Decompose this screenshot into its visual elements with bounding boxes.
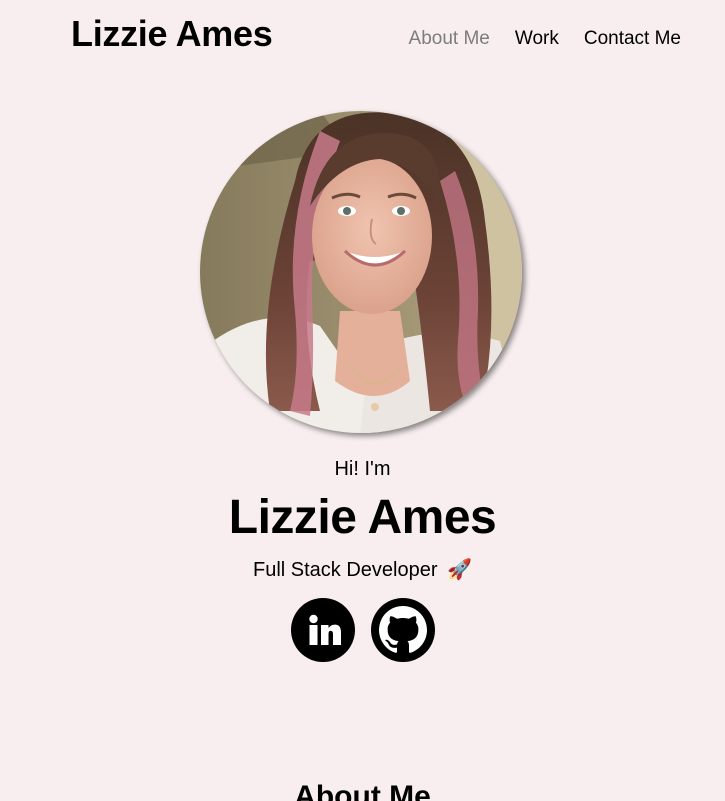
hero-name: Lizzie Ames	[228, 491, 497, 544]
profile-photo	[200, 111, 522, 433]
hero-role-text: Full Stack Developer	[253, 559, 438, 581]
site-brand[interactable]: Lizzie Ames	[71, 12, 273, 56]
hero-greeting: Hi! I'm	[334, 458, 391, 480]
hero-role: Full Stack Developer 🚀	[0, 557, 725, 583]
social-links	[0, 598, 725, 662]
github-icon	[378, 606, 427, 653]
nav-about-me[interactable]: About Me	[409, 27, 490, 51]
site-header: Lizzie Ames About Me Work Contact Me	[0, 0, 725, 80]
main-nav: About Me Work Contact Me	[409, 27, 681, 51]
linkedin-link[interactable]	[290, 598, 355, 662]
linkedin-icon	[308, 614, 341, 645]
page: Lizzie Ames About Me Work Contact Me Hi!…	[0, 0, 725, 801]
profile-avatar	[200, 111, 522, 433]
nav-contact-me[interactable]: Contact Me	[584, 27, 681, 51]
nav-work[interactable]: Work	[515, 27, 559, 51]
about-section-title: About Me	[294, 779, 431, 801]
github-link[interactable]	[370, 598, 435, 662]
rocket-icon: 🚀	[447, 559, 472, 581]
